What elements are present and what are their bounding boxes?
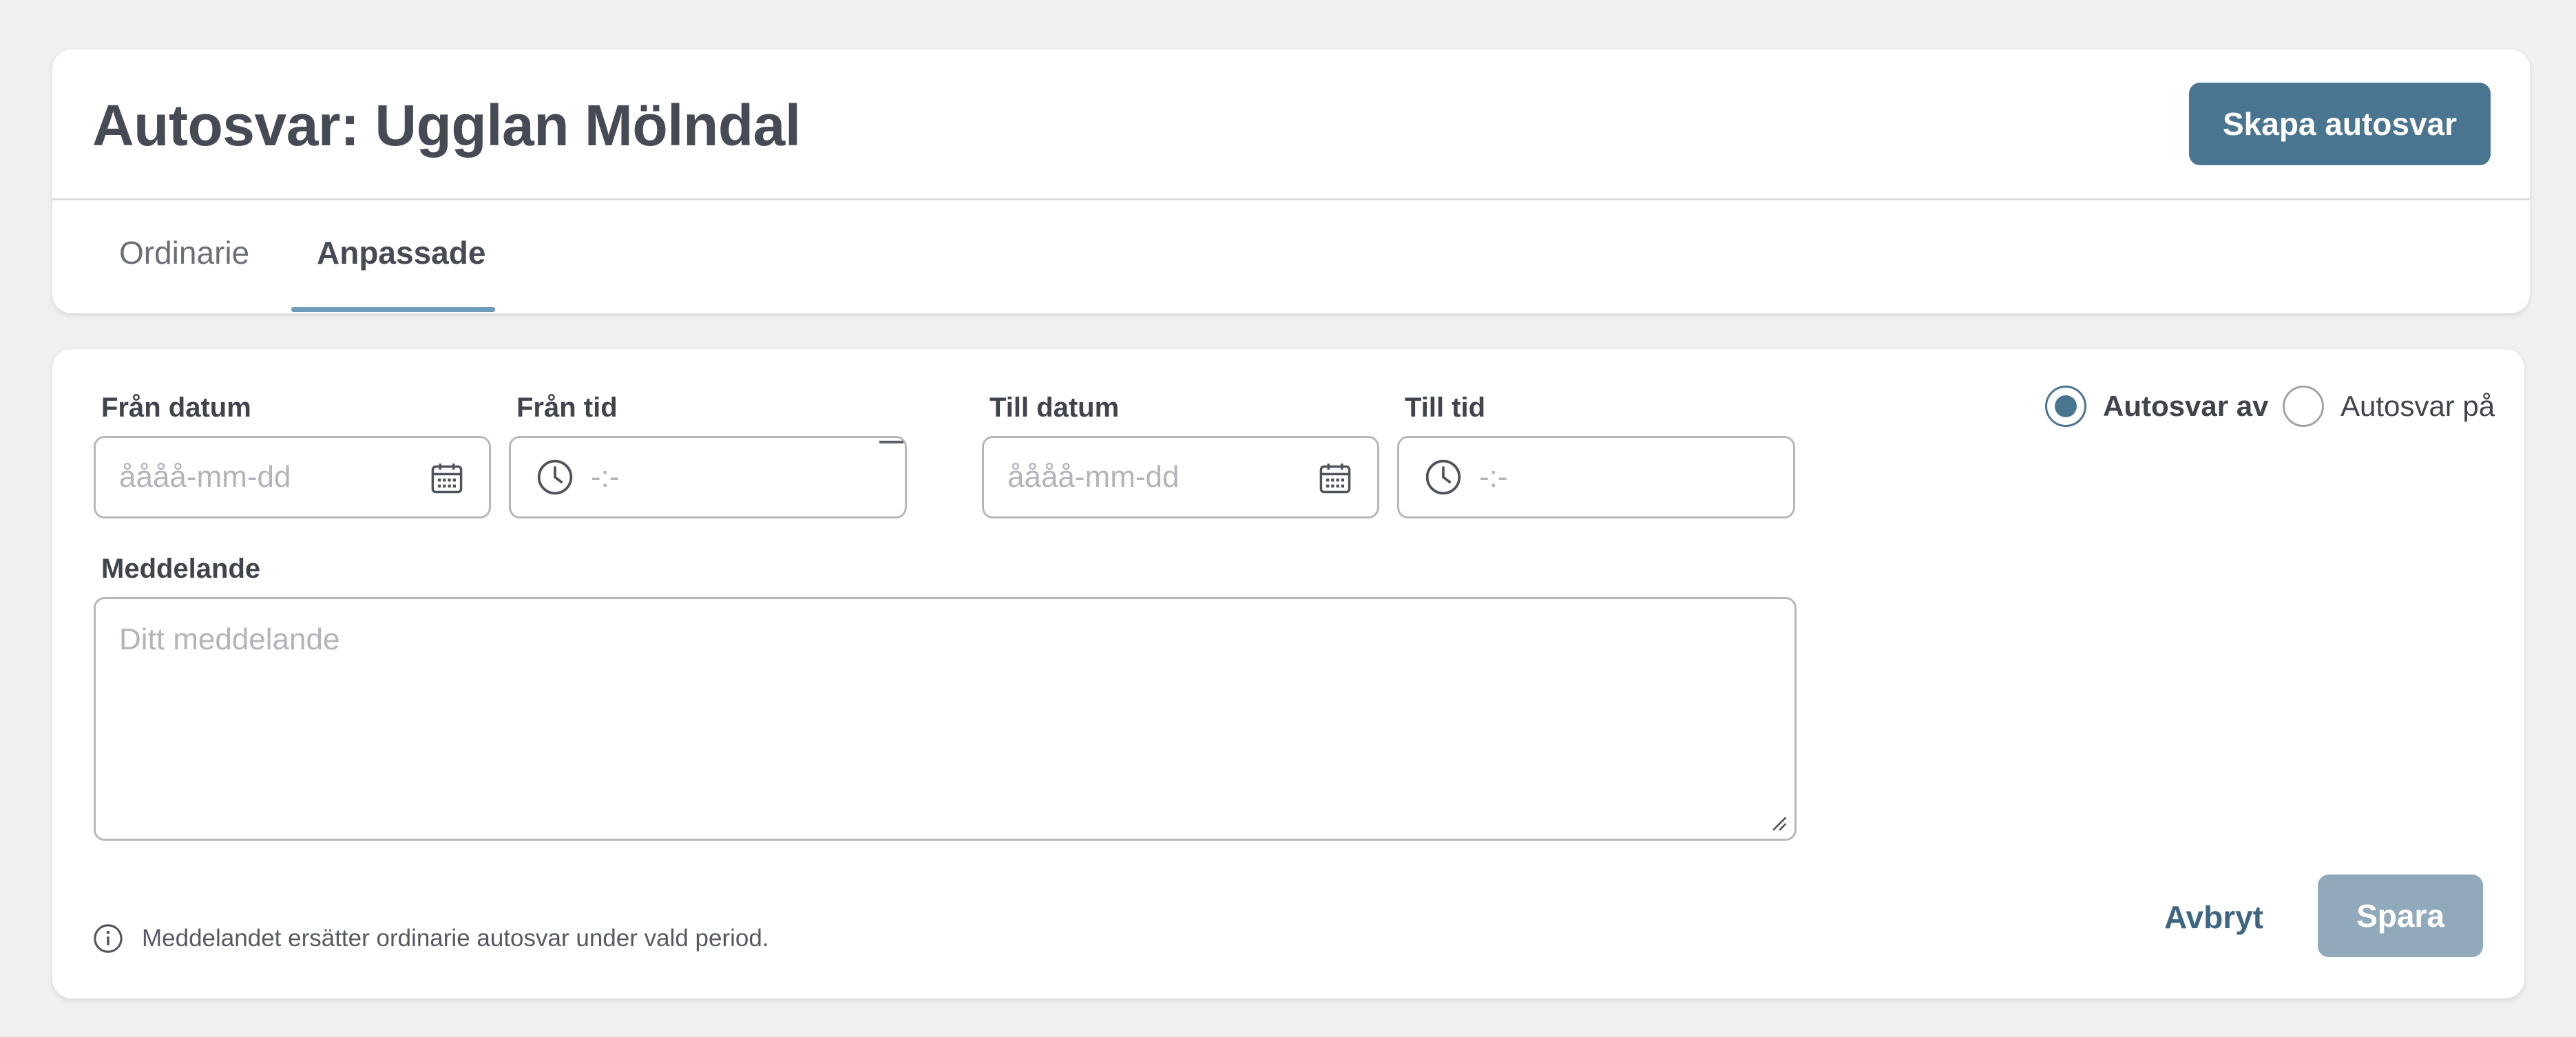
- radio-autoreply-off[interactable]: [2045, 386, 2086, 427]
- clock-icon: [1425, 459, 1461, 495]
- clock-icon: [537, 459, 573, 495]
- from-time-input[interactable]: -:-: [509, 436, 907, 518]
- tab-anpassade[interactable]: Anpassade: [317, 234, 485, 271]
- to-date-placeholder: åååå-mm-dd: [1007, 460, 1180, 494]
- cancel-button[interactable]: Avbryt: [2148, 876, 2279, 959]
- tab-ordinarie[interactable]: Ordinarie: [119, 234, 249, 271]
- calendar-icon[interactable]: [1317, 461, 1354, 496]
- message-textarea[interactable]: Ditt meddelande: [94, 597, 1797, 841]
- header-divider: [52, 198, 2530, 200]
- from-date-label: Från datum: [101, 392, 251, 423]
- active-tab-indicator: [291, 307, 495, 312]
- resize-handle-icon[interactable]: [1770, 814, 1788, 832]
- calendar-icon[interactable]: [428, 461, 465, 496]
- info-note: Meddelandet ersätter ordinarie autosvar …: [92, 923, 769, 954]
- message-placeholder: Ditt meddelande: [119, 622, 340, 656]
- from-date-input[interactable]: åååå-mm-dd: [94, 436, 491, 518]
- info-text: Meddelandet ersätter ordinarie autosvar …: [142, 925, 769, 952]
- to-date-input[interactable]: åååå-mm-dd: [982, 436, 1379, 518]
- radio-label-on: Autosvar på: [2341, 390, 2495, 422]
- info-icon: [94, 924, 123, 953]
- range-separator: [879, 441, 903, 443]
- from-time-placeholder: -:-: [591, 460, 620, 494]
- to-time-input[interactable]: -:-: [1397, 436, 1795, 518]
- message-label: Meddelande: [101, 554, 261, 584]
- radio-autoreply-on[interactable]: [2283, 386, 2324, 427]
- page-title: Autosvar: Ugglan Mölndal: [92, 93, 801, 158]
- to-time-placeholder: -:-: [1479, 460, 1508, 494]
- to-time-label: Till tid: [1405, 392, 1486, 423]
- from-time-label: Från tid: [516, 392, 618, 423]
- to-date-label: Till datum: [989, 392, 1120, 423]
- from-date-placeholder: åååå-mm-dd: [119, 460, 291, 494]
- status-option-on[interactable]: Autosvar på: [2283, 386, 2495, 427]
- header-card: Autosvar: Ugglan Mölndal Skapa autosvar …: [52, 50, 2530, 313]
- save-button[interactable]: Spara: [2318, 874, 2483, 957]
- status-option-off[interactable]: Autosvar av: [2045, 386, 2268, 427]
- create-autoreply-button[interactable]: Skapa autosvar: [2189, 83, 2491, 165]
- radio-label-off: Autosvar av: [2103, 390, 2269, 422]
